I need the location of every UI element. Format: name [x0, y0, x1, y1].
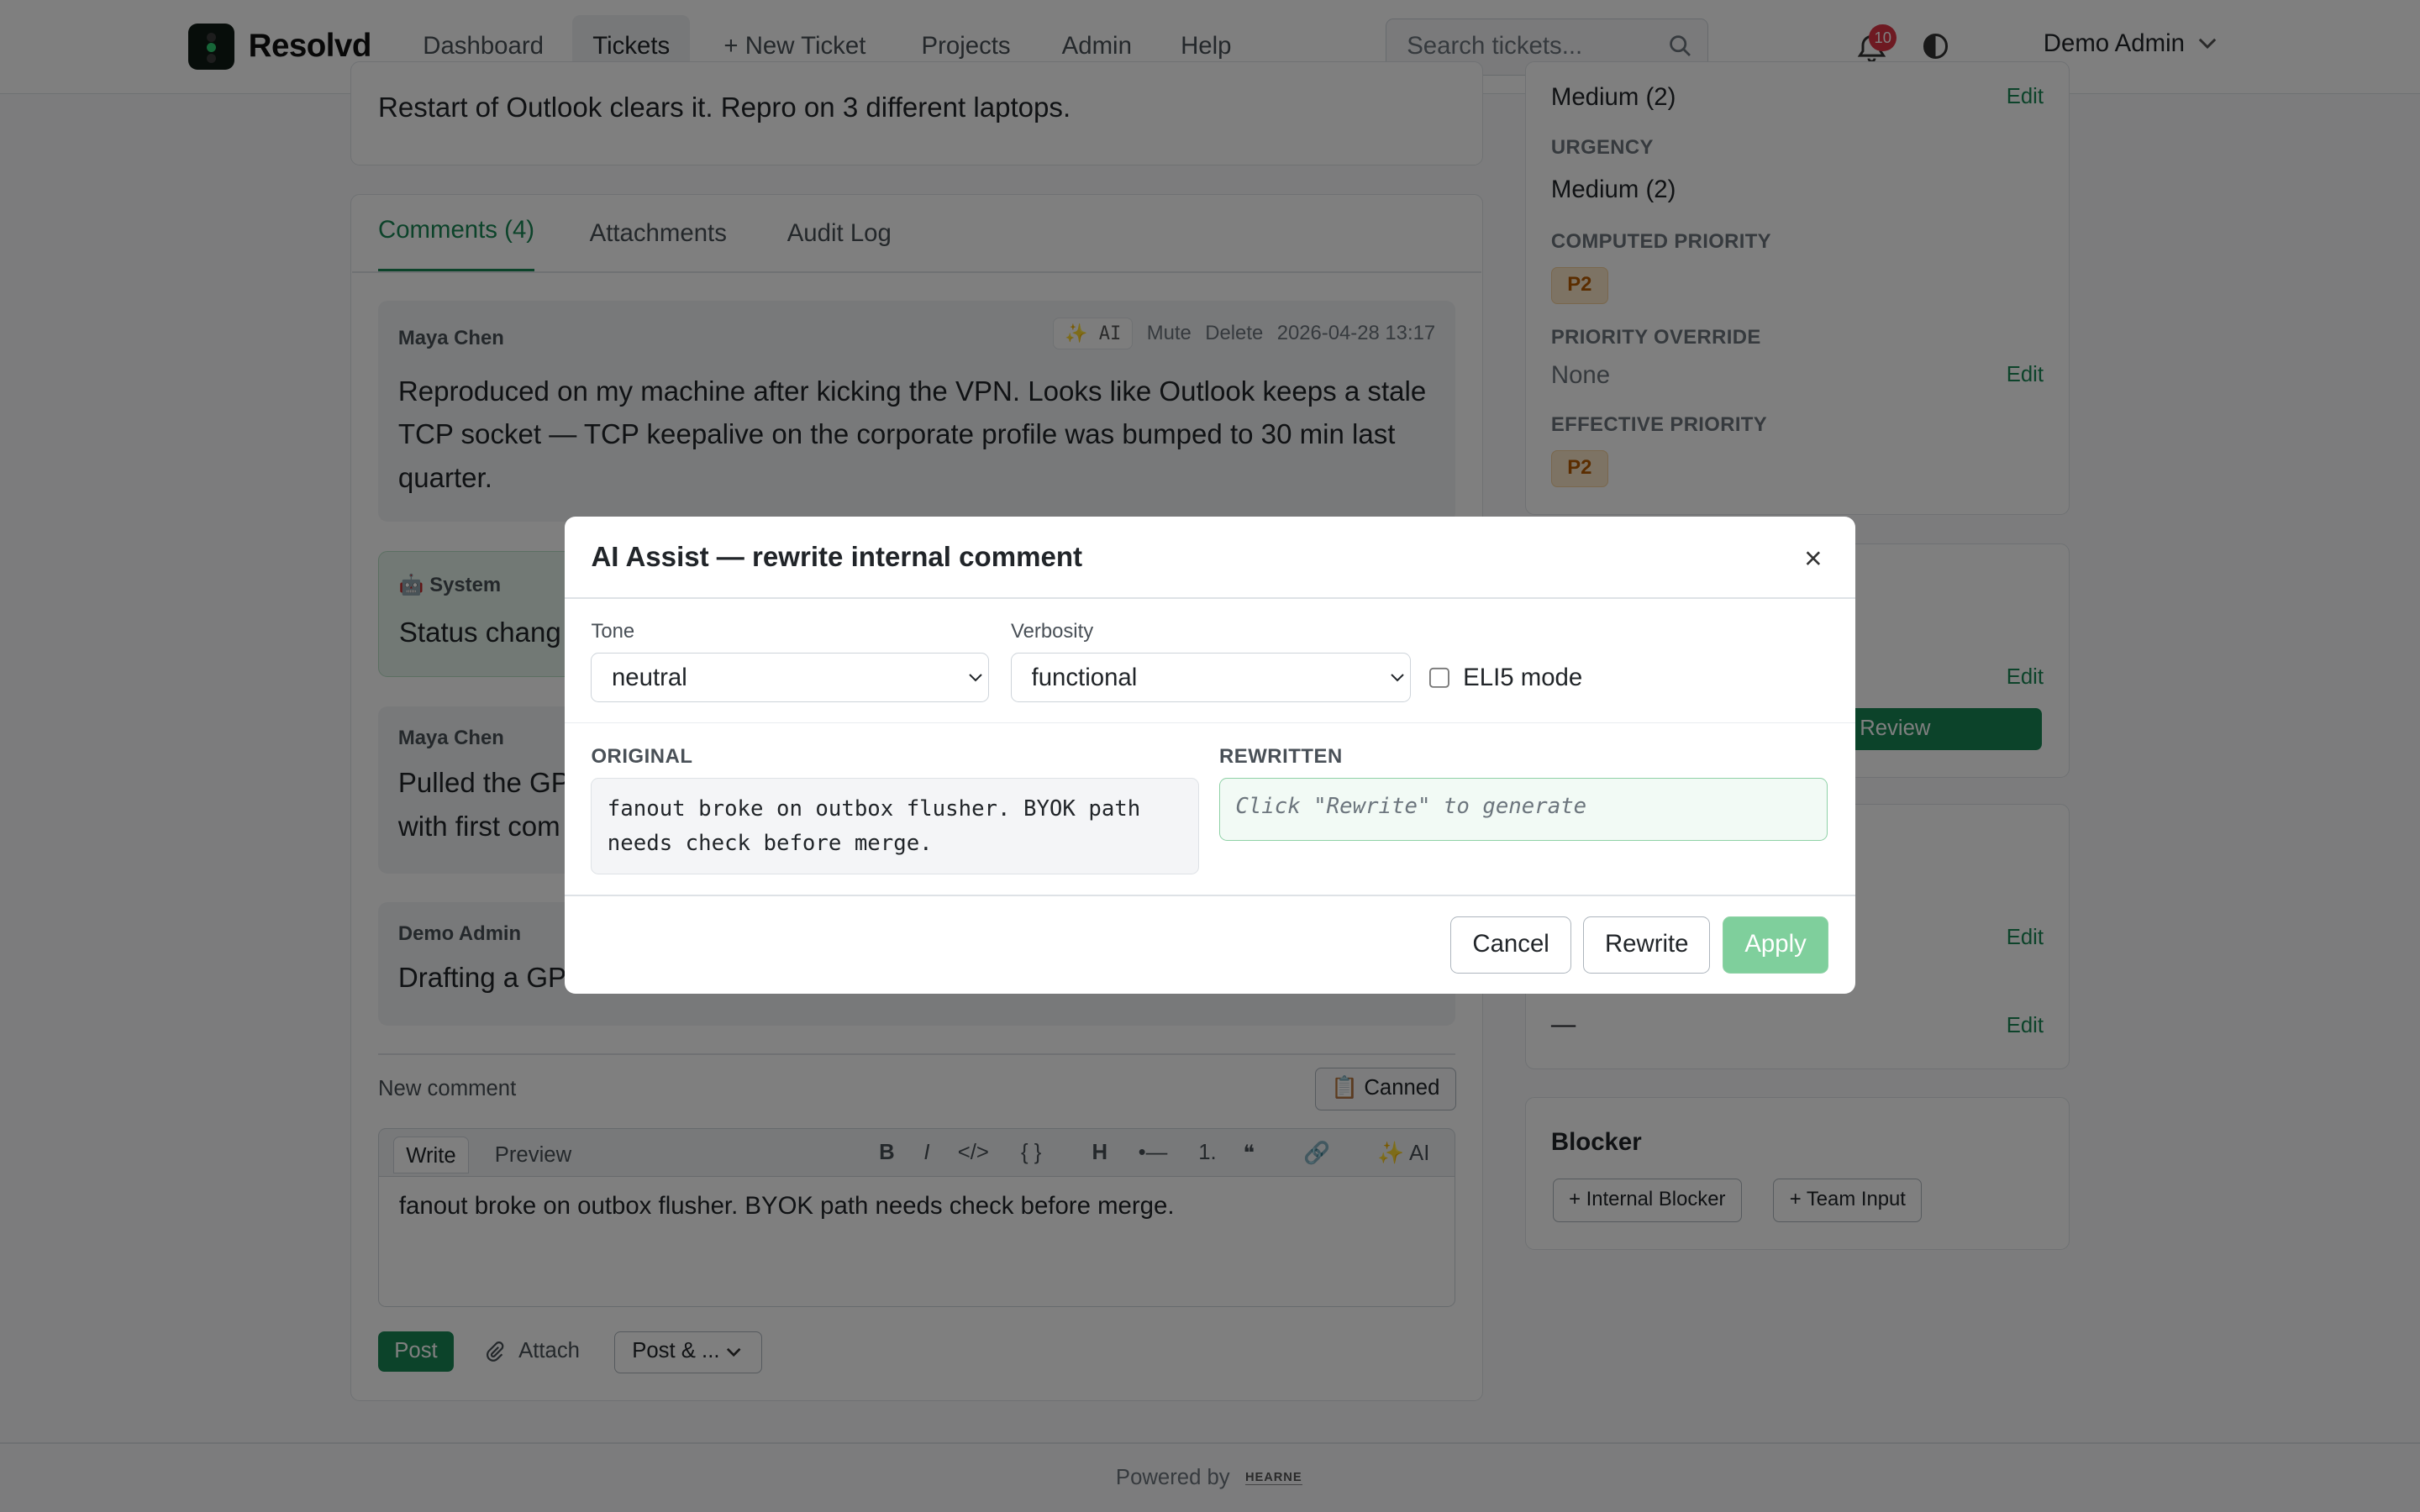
rewritten-label: REWRITTEN	[1218, 745, 1343, 769]
cancel-button[interactable]: Cancel	[1450, 916, 1571, 974]
modal-header-divider	[565, 596, 1855, 599]
modal-title: AI Assist — rewrite internal comment	[591, 541, 1083, 573]
close-icon[interactable]: ×	[1804, 543, 1822, 575]
eli5-label: ELI5 mode	[1463, 663, 1583, 691]
tone-label: Tone	[591, 620, 635, 643]
options-divider	[565, 722, 1855, 724]
verbosity-select[interactable]: functional	[1011, 652, 1411, 702]
rewrite-button[interactable]: Rewrite	[1583, 916, 1711, 974]
page-root: Resolvd Dashboard Tickets + New Ticket P…	[0, 0, 2420, 1512]
original-label: ORIGINAL	[591, 745, 693, 769]
tone-select[interactable]: neutral	[591, 652, 990, 702]
verbosity-label: Verbosity	[1011, 620, 1094, 643]
eli5-checkbox[interactable]	[1428, 666, 1451, 689]
original-text: fanout broke on outbox flusher. BYOK pat…	[591, 777, 1200, 875]
modal-footer-divider	[565, 895, 1855, 897]
eli5-toggle[interactable]: ELI5 mode	[1428, 663, 1583, 692]
ai-assist-modal: AI Assist — rewrite internal comment × T…	[565, 517, 1855, 994]
apply-button[interactable]: Apply	[1722, 916, 1829, 974]
rewritten-output[interactable]: Click "Rewrite" to generate	[1218, 777, 1828, 841]
